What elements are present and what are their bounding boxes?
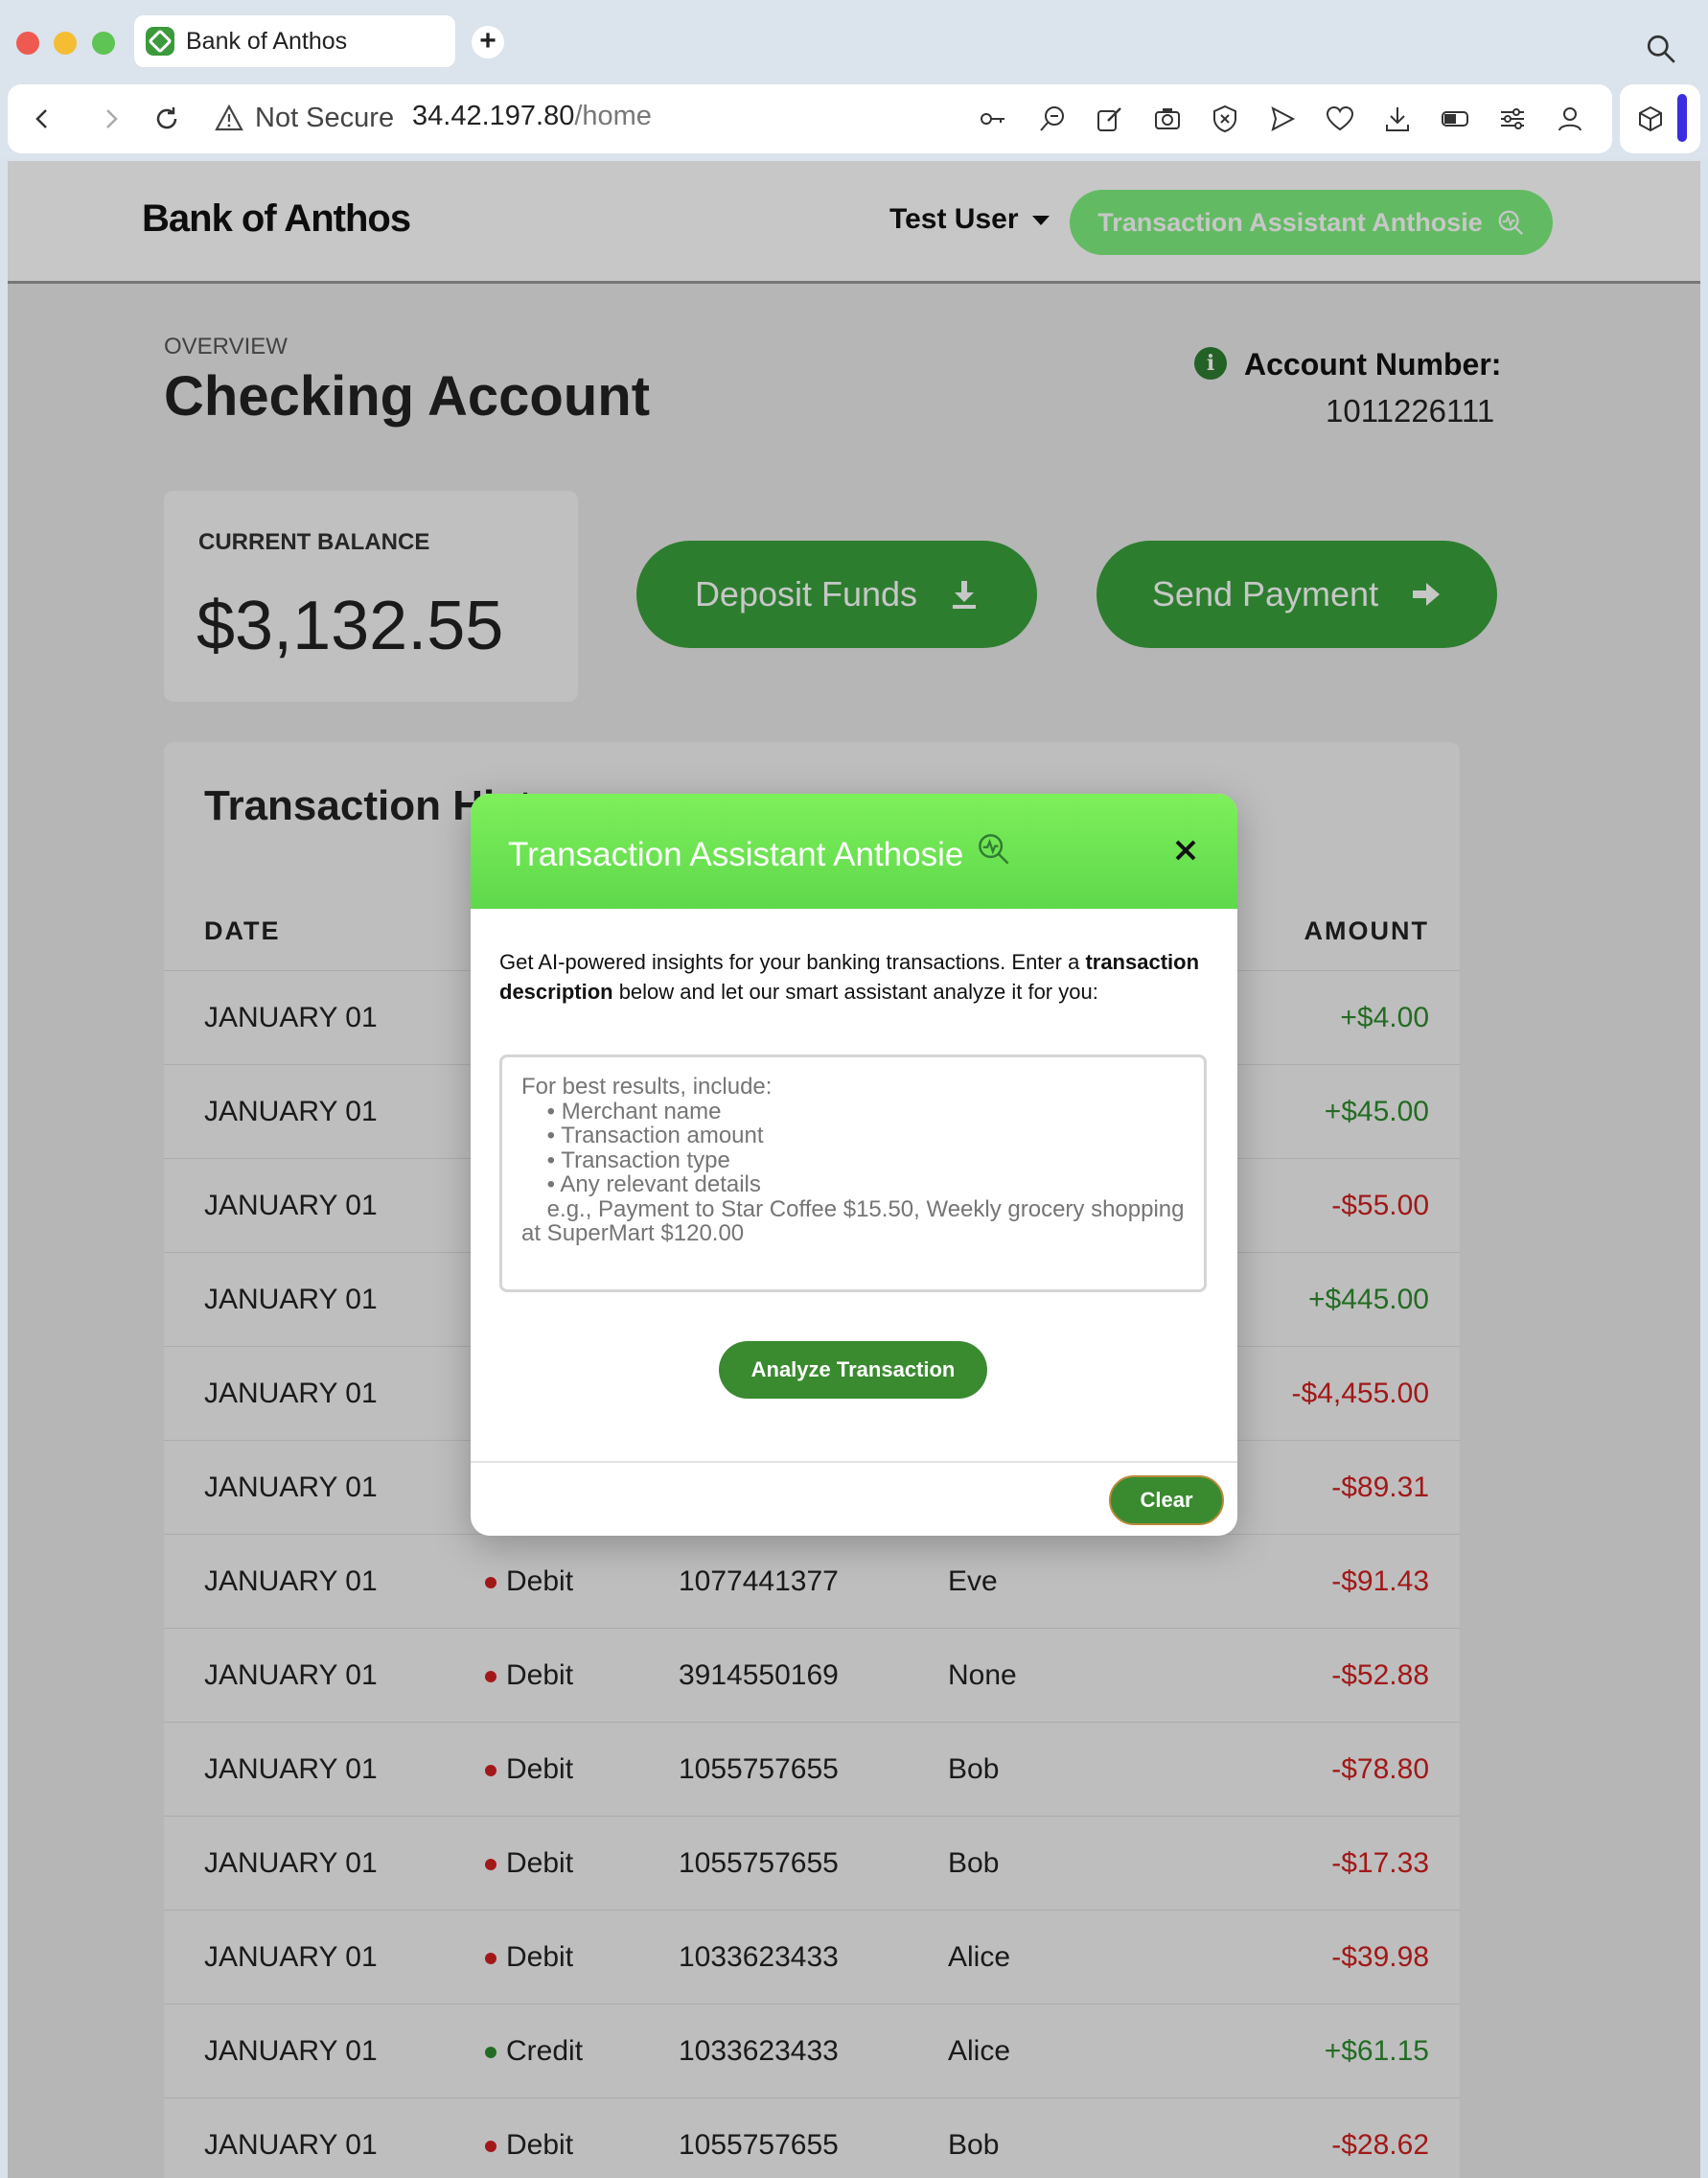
new-tab-button[interactable]: + bbox=[472, 26, 504, 58]
profile-icon[interactable] bbox=[1555, 104, 1585, 134]
clear-button[interactable]: Clear bbox=[1109, 1475, 1224, 1525]
settings-sliders-icon[interactable] bbox=[1497, 104, 1528, 134]
zoom-out-icon[interactable] bbox=[1037, 104, 1068, 134]
key-icon[interactable] bbox=[978, 104, 1008, 134]
maximize-window-button[interactable] bbox=[92, 32, 115, 55]
bank-favicon-icon bbox=[146, 27, 174, 56]
extension-cube-icon[interactable] bbox=[1635, 104, 1666, 134]
modal-header: Transaction Assistant Anthosie bbox=[471, 794, 1237, 909]
browser-chrome: Bank of Anthos + Not Secure 34.42.197.80… bbox=[0, 0, 1708, 159]
battery-icon[interactable] bbox=[1440, 104, 1470, 134]
modal-intro: Get AI-powered insights for your banking… bbox=[499, 950, 1200, 1004]
sidebar-indicator[interactable] bbox=[1677, 94, 1687, 142]
close-icon[interactable] bbox=[1171, 836, 1200, 865]
back-icon[interactable] bbox=[27, 104, 58, 134]
camera-icon[interactable] bbox=[1152, 104, 1183, 134]
minimize-window-button[interactable] bbox=[54, 32, 77, 55]
transaction-description-input[interactable] bbox=[499, 1054, 1207, 1292]
analyze-transaction-button[interactable]: Analyze Transaction bbox=[719, 1341, 987, 1399]
security-label[interactable]: Not Secure bbox=[255, 103, 394, 134]
search-analytics-icon bbox=[979, 834, 1009, 865]
modal-title: Transaction Assistant Anthosie bbox=[508, 836, 964, 873]
tab-title: Bank of Anthos bbox=[186, 27, 348, 55]
download-icon[interactable] bbox=[1382, 104, 1413, 134]
shield-block-icon[interactable] bbox=[1210, 104, 1240, 134]
heart-icon[interactable] bbox=[1325, 104, 1355, 134]
address-bar[interactable] bbox=[8, 84, 1612, 153]
warning-icon bbox=[215, 104, 243, 131]
send-icon[interactable] bbox=[1267, 104, 1298, 134]
browser-tab[interactable]: Bank of Anthos bbox=[134, 15, 455, 67]
close-window-button[interactable] bbox=[16, 32, 39, 55]
modal-divider bbox=[471, 1461, 1237, 1463]
reload-icon[interactable] bbox=[151, 104, 182, 134]
url-text[interactable]: 34.42.197.80/home bbox=[412, 101, 652, 132]
edit-icon[interactable] bbox=[1095, 104, 1125, 134]
search-icon[interactable] bbox=[1645, 33, 1677, 65]
assistant-modal: Transaction Assistant Anthosie Get AI-po… bbox=[471, 794, 1237, 1536]
forward-icon[interactable] bbox=[96, 104, 127, 134]
